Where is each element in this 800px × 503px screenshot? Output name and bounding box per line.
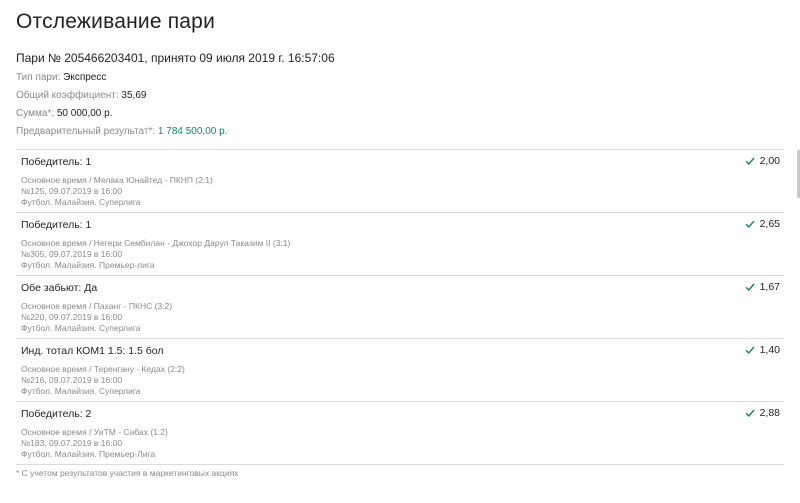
bet-odds-value: 2,00 <box>759 155 780 167</box>
check-icon <box>745 157 755 166</box>
check-icon <box>745 346 755 355</box>
bet-row: Победитель: 1 Основное время / Негери Се… <box>16 213 784 276</box>
bet-header: Пари № 205466203401, принято 09 июля 201… <box>16 51 335 65</box>
bet-row: Победитель: 1 Основное время / Мелака Юн… <box>16 150 784 213</box>
bet-league: Футбол. Малайзия. Премьер-Лига <box>21 449 156 459</box>
bet-list: Победитель: 1 Основное время / Мелака Юн… <box>16 149 784 465</box>
bet-odds-value: 2,65 <box>759 218 780 230</box>
bet-outcome: Победитель: 1 <box>21 156 92 168</box>
bet-event: №305, 09.07.2019 в 16:00 <box>21 249 123 259</box>
stake-line: Сумма*: 50 000,00 р. <box>16 108 112 119</box>
bet-outcome: Обе забьют: Да <box>21 282 98 294</box>
bet-league: Футбол. Малайзия. Суперлига <box>21 323 141 333</box>
bet-match: Основное время / Паханг - ПКНС (3:2) <box>21 301 173 311</box>
footnote: * С учетом результатов участия в маркети… <box>16 468 239 478</box>
bet-odds-value: 2,88 <box>759 407 780 419</box>
bet-type-value: Экспресс <box>63 72 107 83</box>
bet-match: Основное время / Мелака Юнайтед - ПКНП (… <box>21 175 213 185</box>
prelim-result-label: Предварительный результат*: <box>16 126 156 137</box>
bet-odds: 2,00 <box>745 155 780 167</box>
bet-event: №125, 09.07.2019 в 16:00 <box>21 186 123 196</box>
total-coef-value: 35,69 <box>121 90 147 101</box>
bet-match: Основное время / Негери Сембилан - Джохо… <box>21 238 291 248</box>
bet-type-label: Тип пари: <box>16 72 61 83</box>
bet-league: Футбол. Малайзия. Суперлига <box>21 386 141 396</box>
bet-outcome: Инд. тотал КОМ1 1.5: 1.5 бол <box>21 345 164 357</box>
bet-event: №183, 09.07.2019 в 16:00 <box>21 438 123 448</box>
bet-odds-value: 1,67 <box>759 281 780 293</box>
bet-odds: 2,65 <box>745 218 780 230</box>
bet-match: Основное время / УиТМ - Сабах (1:2) <box>21 427 168 437</box>
bet-match: Основное время / Теренгану - Кедах (2:2) <box>21 364 185 374</box>
total-coef-line: Общий коэффициент: 35,69 <box>16 90 146 101</box>
bet-league: Футбол. Малайзия. Суперлига <box>21 197 141 207</box>
stake-value: 50 000,00 р. <box>56 108 113 119</box>
bet-event: №220, 09.07.2019 в 16:00 <box>21 312 123 322</box>
total-coef-label: Общий коэффициент: <box>16 90 119 101</box>
bet-odds-value: 1,40 <box>759 344 780 356</box>
check-icon <box>745 409 755 418</box>
bet-odds: 2,88 <box>745 407 780 419</box>
prelim-result-value: 1 784 500,00 р. <box>157 126 228 137</box>
bet-row: Обе забьют: Да Основное время / Паханг -… <box>16 276 784 339</box>
bet-outcome: Победитель: 2 <box>21 408 92 420</box>
check-icon <box>745 283 755 292</box>
bet-odds: 1,40 <box>745 344 780 356</box>
bet-league: Футбол. Малайзия. Премьер-лига <box>21 260 155 270</box>
bet-odds: 1,67 <box>745 281 780 293</box>
check-icon <box>745 220 755 229</box>
bet-event: №216, 09.07.2019 в 16:00 <box>21 375 123 385</box>
bet-row: Победитель: 2 Основное время / УиТМ - Са… <box>16 402 784 465</box>
prelim-result-line: Предварительный результат*: 1 784 500,00… <box>16 126 227 137</box>
bet-type-line: Тип пари: Экспресс <box>16 72 106 83</box>
page-title: Отслеживание пари <box>16 10 215 33</box>
bet-row: Инд. тотал КОМ1 1.5: 1.5 бол Основное вр… <box>16 339 784 402</box>
bet-outcome: Победитель: 1 <box>21 219 92 231</box>
stake-label: Сумма*: <box>16 108 55 119</box>
